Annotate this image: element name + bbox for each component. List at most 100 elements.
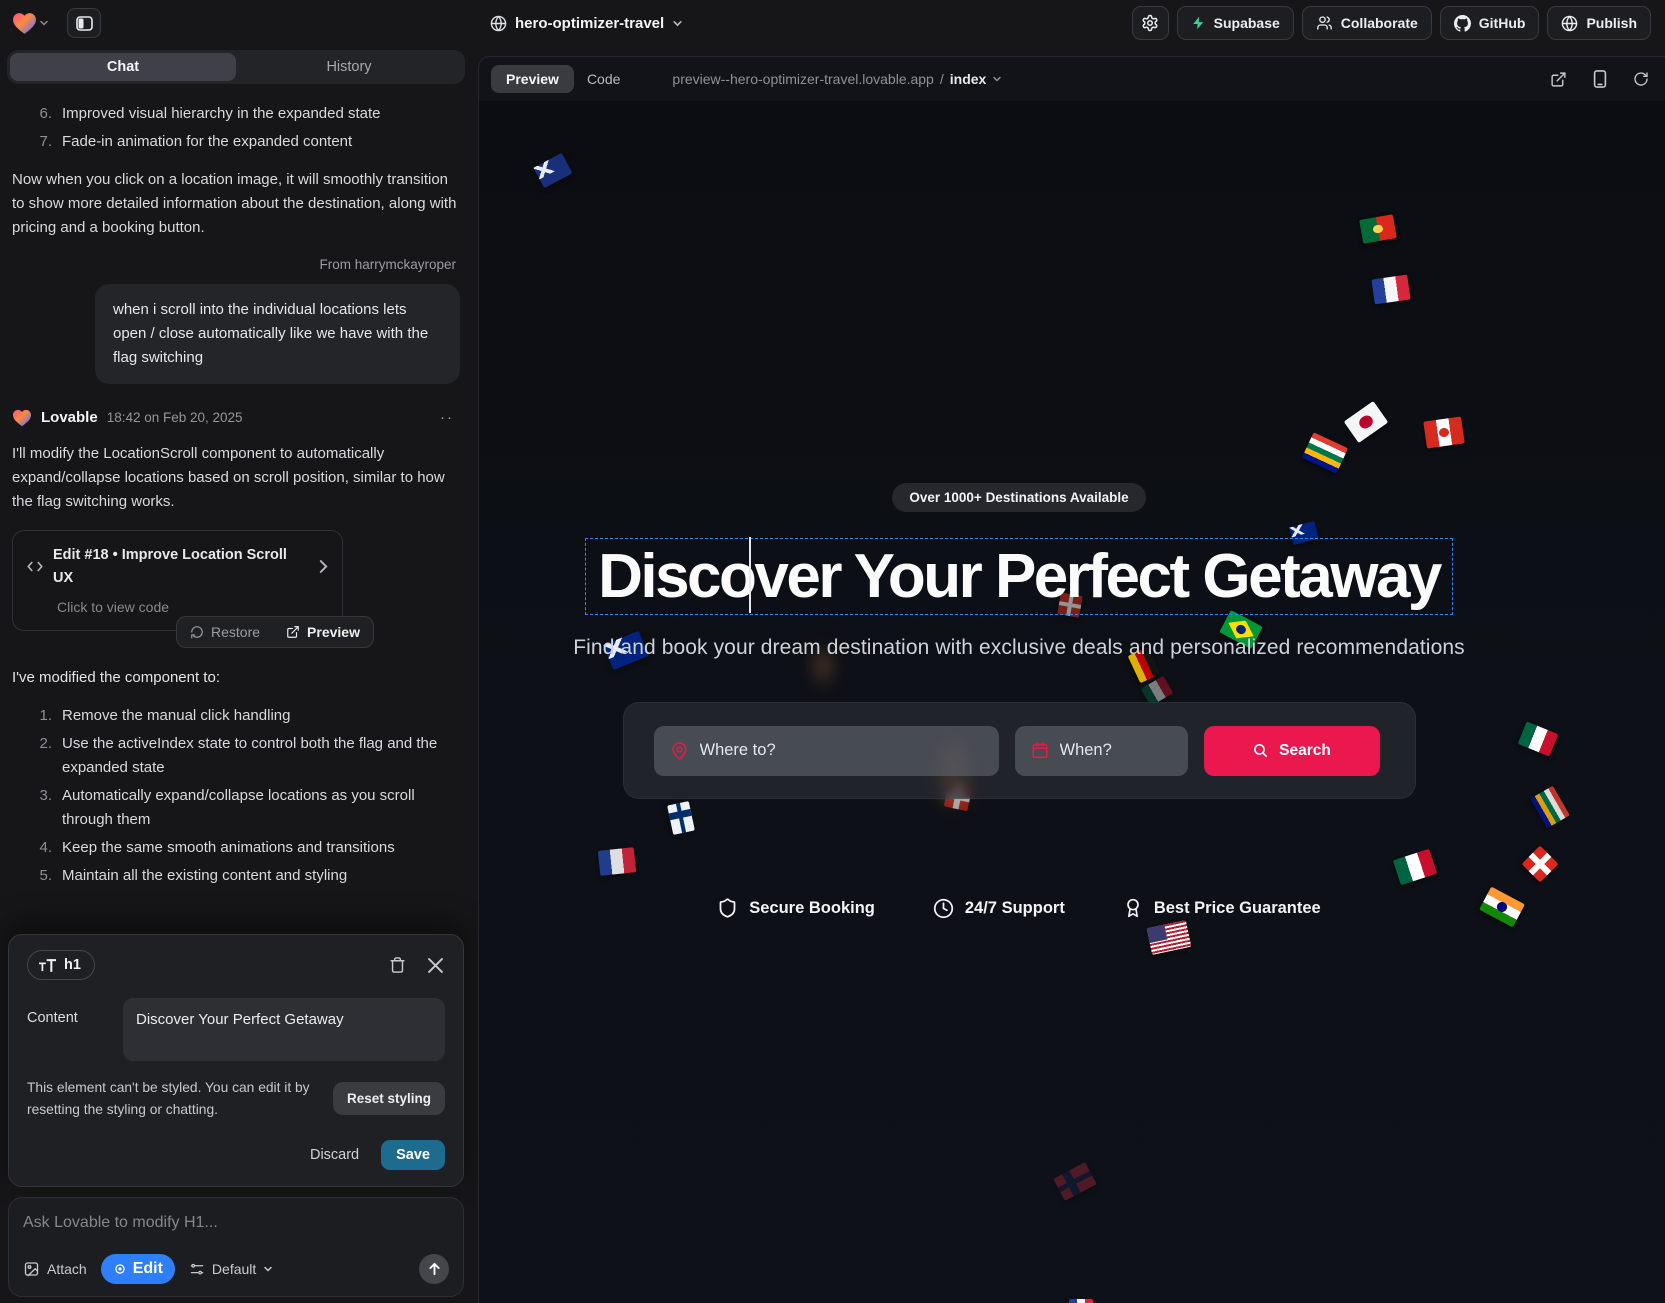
typography-icon xyxy=(39,959,56,972)
sliders-icon xyxy=(189,1262,205,1277)
norway-flag-faint xyxy=(1053,1162,1097,1201)
close-icon[interactable] xyxy=(428,958,443,973)
hero-heading[interactable]: Discover Your Perfect Getaway xyxy=(586,539,1452,614)
lovable-logo-menu[interactable] xyxy=(12,12,49,35)
preview-label: Preview xyxy=(307,621,360,643)
supabase-label: Supabase xyxy=(1214,15,1280,31)
list-number: 1. xyxy=(34,704,52,728)
app-root: hero-optimizer-travel Supabase xyxy=(0,0,1665,1303)
github-button[interactable]: GitHub xyxy=(1440,6,1540,40)
attach-button[interactable]: Attach xyxy=(23,1261,87,1277)
mode-selector[interactable]: Default xyxy=(189,1261,273,1277)
sidebar-toggle-button[interactable] xyxy=(67,8,101,38)
content-textarea[interactable]: Discover Your Perfect Getaway xyxy=(123,998,445,1061)
discard-button[interactable]: Discard xyxy=(310,1147,359,1163)
github-label: GitHub xyxy=(1479,15,1526,31)
search-icon xyxy=(1252,742,1269,759)
list-text: Keep the same smooth animations and tran… xyxy=(62,836,395,860)
attach-label: Attach xyxy=(47,1261,87,1277)
save-button[interactable]: Save xyxy=(381,1140,445,1170)
preview-url[interactable]: preview--hero-optimizer-travel.lovable.a… xyxy=(672,71,1002,87)
element-tag-badge[interactable]: h1 xyxy=(27,950,95,980)
gear-icon xyxy=(1141,14,1159,32)
search-bar: Search xyxy=(623,702,1416,799)
list-text: Maintain all the existing content and st… xyxy=(62,864,347,888)
tab-history[interactable]: History xyxy=(236,53,462,81)
award-icon xyxy=(1123,897,1143,919)
list-item: 3.Automatically expand/collapse location… xyxy=(12,782,460,834)
user-message-bubble: when i scroll into the individual locati… xyxy=(95,284,460,384)
lovable-heart-icon xyxy=(12,12,37,35)
h1-selection-box[interactable]: Discover Your Perfect Getaway xyxy=(586,539,1452,614)
feature-best-price: Best Price Guarantee xyxy=(1123,897,1321,919)
send-button[interactable] xyxy=(419,1254,449,1284)
feature-list: 6. Improved visual hierarchy in the expa… xyxy=(12,100,460,156)
when-input[interactable] xyxy=(1060,741,1172,760)
globe-icon xyxy=(490,15,507,32)
from-user-label: From harrymckayroper xyxy=(16,254,456,276)
restore-icon xyxy=(190,625,204,639)
trash-icon[interactable] xyxy=(389,956,406,974)
chevron-down-icon xyxy=(672,18,683,29)
refresh-icon[interactable] xyxy=(1633,71,1649,87)
url-separator: / xyxy=(940,71,944,87)
list-number: 5. xyxy=(34,864,52,888)
url-host: preview--hero-optimizer-travel.lovable.a… xyxy=(672,71,933,87)
sidebar-tabs: Chat History xyxy=(7,50,465,84)
edit-mode-button[interactable]: Edit xyxy=(101,1254,175,1284)
chevron-down-icon xyxy=(39,18,49,28)
assistant-paragraph: I've modified the component to: xyxy=(12,666,460,690)
assistant-message-header: Lovable 18:42 on Feb 20, 2025 ·· xyxy=(12,406,460,430)
list-number: 3. xyxy=(34,784,52,832)
clock-icon xyxy=(933,898,954,919)
preview-version-button[interactable]: Preview xyxy=(273,617,373,647)
search-button[interactable]: Search xyxy=(1204,726,1380,776)
restore-label: Restore xyxy=(211,621,260,643)
globe-icon xyxy=(1561,15,1578,32)
github-icon xyxy=(1454,15,1471,32)
text-caret xyxy=(749,537,751,613)
lovable-heart-icon xyxy=(12,409,32,427)
assistant-paragraph: Now when you click on a location image, … xyxy=(12,168,460,240)
tab-code[interactable]: Code xyxy=(587,71,620,87)
open-in-new-tab-icon[interactable] xyxy=(1550,71,1567,88)
message-menu-icon[interactable]: ·· xyxy=(440,406,460,430)
chat-sidebar: Chat History 6. Improved visual hierarch… xyxy=(0,46,472,1303)
tab-chat[interactable]: Chat xyxy=(10,53,236,81)
supabase-bolt-icon xyxy=(1191,15,1206,31)
topbar-actions: Supabase Collaborate GitHub Publish xyxy=(1132,6,1665,40)
chevron-down-icon xyxy=(992,74,1002,84)
mode-label: Default xyxy=(212,1261,256,1277)
element-tag: h1 xyxy=(64,957,81,973)
supabase-button[interactable]: Supabase xyxy=(1177,6,1294,40)
shield-icon xyxy=(717,897,738,919)
edit-card-subtitle: Click to view code xyxy=(57,596,328,618)
top-bar: hero-optimizer-travel Supabase xyxy=(0,0,1665,46)
publish-button[interactable]: Publish xyxy=(1547,6,1651,40)
mobile-view-icon[interactable] xyxy=(1593,70,1607,88)
feature-secure-booking: Secure Booking xyxy=(717,897,875,919)
list-number: 6. xyxy=(34,102,52,126)
when-field[interactable] xyxy=(1015,726,1188,776)
hero-section: Over 1000+ Destinations Available Discov… xyxy=(479,101,1559,919)
main-layout: Chat History 6. Improved visual hierarch… xyxy=(0,46,1665,1303)
reset-styling-button[interactable]: Reset styling xyxy=(333,1082,445,1115)
external-link-icon xyxy=(286,625,300,639)
where-to-field[interactable] xyxy=(654,726,999,776)
restore-button[interactable]: Restore xyxy=(177,617,273,647)
collaborate-button[interactable]: Collaborate xyxy=(1302,6,1432,40)
tab-preview[interactable]: Preview xyxy=(491,65,574,93)
map-pin-icon xyxy=(670,741,689,761)
feature-row: Secure Booking 24/7 Support xyxy=(717,897,1320,919)
style-note: This element can't be styled. You can ed… xyxy=(27,1077,321,1120)
where-to-input[interactable] xyxy=(700,741,983,760)
site-viewport: Over 1000+ Destinations Available Discov… xyxy=(479,101,1665,1303)
search-label: Search xyxy=(1279,742,1331,760)
project-switcher[interactable]: hero-optimizer-travel xyxy=(490,15,683,32)
element-editor-panel: h1 Content Discover Your Perfect Getaway xyxy=(8,934,464,1187)
calendar-icon xyxy=(1031,741,1049,760)
settings-button[interactable] xyxy=(1132,6,1169,40)
chat-input[interactable] xyxy=(23,1214,449,1232)
assistant-name: Lovable xyxy=(41,406,98,430)
publish-label: Publish xyxy=(1586,15,1637,31)
